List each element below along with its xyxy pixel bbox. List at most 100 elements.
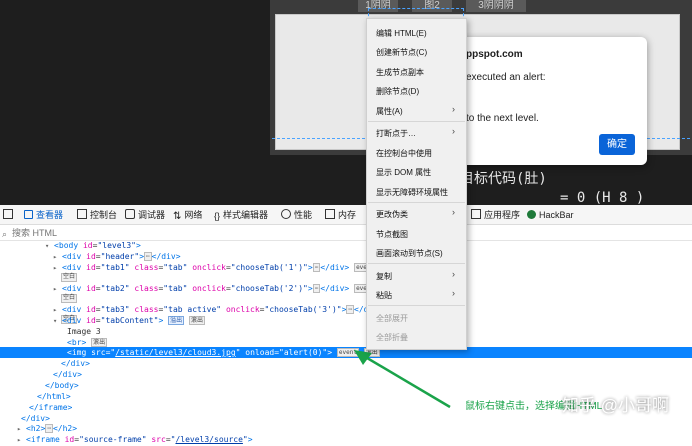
alert-title: ppspot.com: [466, 49, 523, 60]
attr-value: tab: [168, 284, 183, 293]
search-icon: ⌕: [2, 229, 8, 239]
tab-style-editor-label: 样式编辑器: [223, 210, 269, 220]
watermark: 知乎 @小哥啊: [562, 396, 669, 415]
tab-hackbar-label: HackBar: [539, 210, 574, 220]
menu-separator: [368, 263, 465, 264]
tab-console[interactable]: 控制台: [77, 205, 117, 225]
tab-application-label: 应用程序: [484, 210, 521, 220]
tab-network[interactable]: ⇅ 网络: [173, 205, 202, 225]
annotation-arrow: [354, 350, 451, 409]
chevron-right-icon: ›: [452, 269, 455, 279]
pick-element-button[interactable]: [3, 205, 16, 225]
network-icon: ⇅: [173, 211, 182, 222]
attr-value: tab active: [168, 305, 217, 314]
tab-hackbar[interactable]: HackBar: [527, 205, 574, 225]
closing-tag: </iframe>: [29, 403, 73, 412]
menu-item-use-in-console[interactable]: 在控制台中使用: [376, 148, 432, 159]
menu-item-scroll-into-view[interactable]: 画面滚动到节点(S): [376, 248, 443, 259]
menu-item-break-on[interactable]: 打断点于…: [376, 128, 416, 139]
alert-ok-button[interactable]: 确定: [599, 134, 635, 155]
attr-value: tab3: [105, 305, 125, 314]
closing-tag: </div>: [53, 370, 82, 379]
text-node: Image 3: [67, 327, 101, 336]
debugger-icon: [125, 209, 135, 219]
attr-value: chooseTab('1'): [235, 263, 304, 272]
closing-tag: </html>: [37, 392, 71, 401]
closing-tag: </div>: [61, 359, 90, 368]
menu-item-delete-node[interactable]: 删除节点(D): [376, 86, 419, 97]
menu-separator: [368, 121, 465, 122]
style-editor-icon: {}: [214, 211, 221, 221]
whitespace-badge: 空白: [61, 273, 78, 282]
page-tab-3[interactable]: 3阴阴阴: [466, 0, 526, 12]
menu-item-create-node[interactable]: 创建新节点(C): [376, 47, 427, 58]
memory-icon: [325, 209, 335, 219]
performance-icon: [281, 209, 291, 219]
tab-performance-label: 性能: [294, 210, 313, 220]
tab-memory[interactable]: 内存: [325, 205, 356, 225]
search-input[interactable]: [12, 227, 312, 239]
tab-inspector-label: 查看器: [36, 210, 64, 220]
menu-item-paste[interactable]: 粘贴: [376, 290, 392, 301]
menu-item-show-dom-properties[interactable]: 显示 DOM 属性: [376, 167, 431, 178]
whitespace-badge: 空白: [61, 294, 78, 303]
tree-node-tab1[interactable]: ▸ <div id="tab1" class="tab" onclick="ch…: [53, 262, 377, 274]
tree-node-img[interactable]: <img src="/static/level3/cloud3.jpg" onl…: [67, 347, 380, 359]
tab-memory-label: 内存: [338, 210, 357, 220]
chevron-right-icon: ›: [452, 288, 455, 298]
arrow-shaft: [361, 353, 451, 409]
tag-name: div: [66, 252, 82, 261]
tag-name: img: [71, 348, 87, 357]
chevron-right-icon: ›: [452, 104, 455, 114]
tab-application[interactable]: 应用程序: [471, 205, 520, 225]
overflow-badge: 溢出: [168, 316, 185, 325]
tag-name: div: [66, 316, 82, 325]
menu-separator: [368, 305, 465, 306]
attr-value: tab: [168, 263, 183, 272]
application-icon: [471, 209, 481, 219]
menu-item-screenshot-node[interactable]: 节点截图: [376, 229, 408, 240]
attr-value: chooseTab('2'): [235, 284, 304, 293]
attr-value: alert(0): [283, 348, 323, 357]
scroll-badge: 滚出: [91, 338, 108, 347]
menu-item-expand-all[interactable]: 全部展开: [376, 313, 408, 324]
attr-value: chooseTab('3'): [269, 305, 337, 314]
tag-name: div: [66, 263, 82, 272]
tag-name: body: [58, 241, 79, 250]
tab-network-label: 网络: [184, 210, 203, 220]
closing-tag: </body>: [45, 381, 79, 390]
attr-value-src[interactable]: /static/level3/cloud3.jpg: [115, 348, 235, 357]
menu-item-copy[interactable]: 复制: [376, 271, 392, 282]
tree-node-tab2[interactable]: ▸ <div id="tab2" class="tab" onclick="ch…: [53, 283, 377, 295]
background-text: 目标代码(肚): [460, 171, 547, 187]
tree-node-iframe[interactable]: ▸ <iframe id="source-frame" src="/level3…: [17, 434, 253, 446]
closing-tag: </div>: [21, 414, 50, 423]
alert-message: executed an alert:: [466, 72, 546, 83]
scroll-badge: 滚出: [188, 316, 205, 325]
attr-value: tabContent: [105, 316, 154, 325]
pick-element-icon: [3, 209, 13, 219]
attr-value-src[interactable]: /level3/source: [175, 435, 242, 444]
tab-style-editor[interactable]: {} 样式编辑器: [214, 205, 268, 225]
attr-value: source-frame: [83, 435, 142, 444]
menu-item-change-pseudo-class[interactable]: 更改伪类: [376, 209, 408, 220]
background-text-2: = 0 (H 8 ): [560, 190, 645, 206]
tab-debugger[interactable]: 调试器: [125, 205, 165, 225]
attr-value: tab2: [105, 284, 125, 293]
tag-name: div: [66, 305, 82, 314]
menu-separator: [368, 202, 465, 203]
chevron-right-icon: ›: [452, 126, 455, 136]
tab-performance[interactable]: 性能: [281, 205, 312, 225]
menu-item-collapse-all[interactable]: 全部折叠: [376, 332, 408, 343]
tab-inspector[interactable]: 查看器: [24, 205, 64, 227]
tab-console-label: 控制台: [90, 210, 118, 220]
menu-item-attributes[interactable]: 属性(A): [376, 106, 403, 117]
attr-value: tab1: [105, 263, 125, 272]
attr-value: header: [105, 252, 135, 261]
menu-item-show-accessibility[interactable]: 显示无障碍环境属性: [376, 187, 448, 198]
menu-item-duplicate-node[interactable]: 生成节点副本: [376, 67, 424, 78]
menu-item-edit-html[interactable]: 编辑 HTML(E): [376, 28, 427, 39]
chevron-right-icon: ›: [452, 207, 455, 217]
alert-message-2: to the next level.: [466, 113, 539, 124]
console-icon: [77, 209, 87, 219]
